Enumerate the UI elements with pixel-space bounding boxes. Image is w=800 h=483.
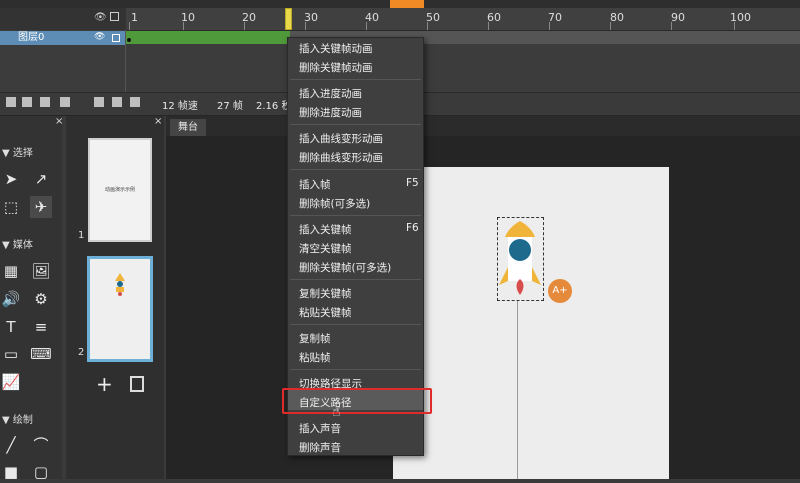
film-icon[interactable]: ⚙ xyxy=(30,288,52,310)
menu-item-insert-frame[interactable]: 插入帧 xyxy=(299,177,331,192)
image-icon[interactable]: 🖼 xyxy=(30,260,52,282)
tab-stage[interactable]: 舞台 xyxy=(170,119,206,136)
ruler-mark: 1 xyxy=(131,11,138,24)
frame-copy-icon[interactable] xyxy=(112,97,122,107)
add-page-icon[interactable]: + xyxy=(96,372,113,396)
frame-paste-icon[interactable] xyxy=(130,97,140,107)
section-media[interactable]: ▼ 媒体 xyxy=(2,236,33,251)
folder-icon[interactable] xyxy=(22,97,32,107)
eye-icon[interactable]: 👁 xyxy=(94,12,107,23)
menu-item-paste-keyframe[interactable]: 粘贴关键帧 xyxy=(299,305,352,320)
section-draw[interactable]: ▼ 绘制 xyxy=(2,411,33,426)
stage-tabbar xyxy=(166,116,800,136)
ruler-mark: 30 xyxy=(304,11,318,24)
chart-icon[interactable]: 📈 xyxy=(0,371,22,393)
frame-track-filled[interactable] xyxy=(126,31,290,44)
page-thumbnail-title: 动画演示示例 xyxy=(104,187,135,193)
copy-icon[interactable] xyxy=(40,97,50,107)
ruler-mark: 40 xyxy=(365,11,379,24)
menu-item-delete-curve-animation[interactable]: 删除曲线变形动画 xyxy=(299,150,383,165)
ruler-mark: 90 xyxy=(671,11,685,24)
menu-item-insert-keyframe[interactable]: 插入关键帧 xyxy=(299,222,352,237)
menu-item-paste-frame[interactable]: 粘贴帧 xyxy=(299,350,331,365)
menu-item-insert-progress-animation[interactable]: 插入进度动画 xyxy=(299,86,362,101)
trash-icon[interactable] xyxy=(60,97,70,107)
layer-eye-icon[interactable]: 👁 xyxy=(94,32,105,42)
rounded-rect-icon[interactable]: ▢ xyxy=(30,461,52,483)
ruler-mark: 20 xyxy=(242,11,256,24)
ruler-mark: 80 xyxy=(610,11,624,24)
menu-item-delete-progress-animation[interactable]: 删除进度动画 xyxy=(299,105,362,120)
divider xyxy=(125,30,126,92)
shortcut-f6: F6 xyxy=(406,222,419,234)
selected-element-box[interactable] xyxy=(497,217,544,301)
frame-ruler[interactable]: 1 10 20 30 40 50 60 70 80 90 100 xyxy=(126,8,800,31)
path-select-icon[interactable]: ↗ xyxy=(30,168,52,190)
new-layer-icon[interactable] xyxy=(6,97,16,107)
frame-count-label: 27 帧 xyxy=(217,101,243,112)
lock-icon[interactable] xyxy=(110,12,119,21)
rectangle-icon[interactable]: ■ xyxy=(0,461,22,483)
publish-button[interactable] xyxy=(390,0,424,8)
menu-item-insert-curve-animation[interactable]: 插入曲线变形动画 xyxy=(299,131,383,146)
menu-item-copy-keyframe[interactable]: 复制关键帧 xyxy=(299,286,352,301)
layer-lock-icon[interactable] xyxy=(112,34,120,42)
ruler-mark: 10 xyxy=(181,11,195,24)
ruler-mark: 100 xyxy=(730,11,751,24)
rocket-icon xyxy=(499,221,541,295)
menu-item-copy-frame[interactable]: 复制帧 xyxy=(299,331,331,346)
text-icon[interactable]: T xyxy=(0,316,22,338)
close-icon[interactable]: × xyxy=(154,116,162,127)
ruler-mark: 50 xyxy=(426,11,440,24)
arrow-pointer-icon[interactable]: ➤ xyxy=(0,168,22,190)
grid-icon[interactable]: ▦ xyxy=(0,260,22,282)
shortcut-f5: F5 xyxy=(406,177,419,189)
frame-icon[interactable] xyxy=(94,97,104,107)
highlight-annotation-box xyxy=(282,388,432,414)
menu-item-delete-keyframe-animation[interactable]: 删除关键帧动画 xyxy=(299,60,373,75)
rocket-icon xyxy=(115,273,125,296)
section-select[interactable]: ▼ 选择 xyxy=(2,144,33,159)
playhead[interactable] xyxy=(285,8,292,30)
page-number: 1 xyxy=(78,230,85,241)
line-icon[interactable]: ╱ xyxy=(0,434,22,456)
rocket-path-icon[interactable]: ✈ xyxy=(30,196,52,218)
layer-name: 图层0 xyxy=(18,32,45,43)
menu-item-delete-sound[interactable]: 删除声音 xyxy=(299,440,341,455)
menu-item-delete-keyframe[interactable]: 删除关键帧(可多选) xyxy=(299,260,391,275)
ruler-mark: 70 xyxy=(548,11,562,24)
fps-label: 12 帧速 xyxy=(162,101,198,112)
menu-item-clear-keyframe[interactable]: 清空关键帧 xyxy=(299,241,352,256)
insert-page-icon[interactable] xyxy=(130,376,144,392)
ruler-mark: 60 xyxy=(487,11,501,24)
presentation-icon[interactable]: ▭ xyxy=(0,343,22,365)
keyframe-marker[interactable] xyxy=(127,38,131,42)
paragraph-icon[interactable]: ≡ xyxy=(30,316,52,338)
timeline-header-controls: 👁 xyxy=(0,8,126,30)
sound-icon[interactable]: 🔊 xyxy=(0,288,22,310)
page-number: 2 xyxy=(78,347,85,358)
hand-cursor-icon: ☝ xyxy=(332,404,341,420)
menu-item-insert-keyframe-animation[interactable]: 插入关键帧动画 xyxy=(299,41,373,56)
stage-canvas[interactable] xyxy=(393,167,669,479)
add-animation-badge[interactable]: A+ xyxy=(548,279,572,303)
menu-item-insert-sound[interactable]: 插入声音 xyxy=(299,421,341,436)
close-icon[interactable]: × xyxy=(55,116,63,127)
page-thumbnail-2[interactable] xyxy=(87,256,153,362)
transform-icon[interactable]: ⬚ xyxy=(0,196,22,218)
code-icon[interactable]: ⌨ xyxy=(30,343,52,365)
menu-item-delete-frame[interactable]: 删除帧(可多选) xyxy=(299,196,370,211)
motion-path-line[interactable] xyxy=(517,300,518,479)
curve-icon[interactable]: ⌒ xyxy=(30,434,52,456)
